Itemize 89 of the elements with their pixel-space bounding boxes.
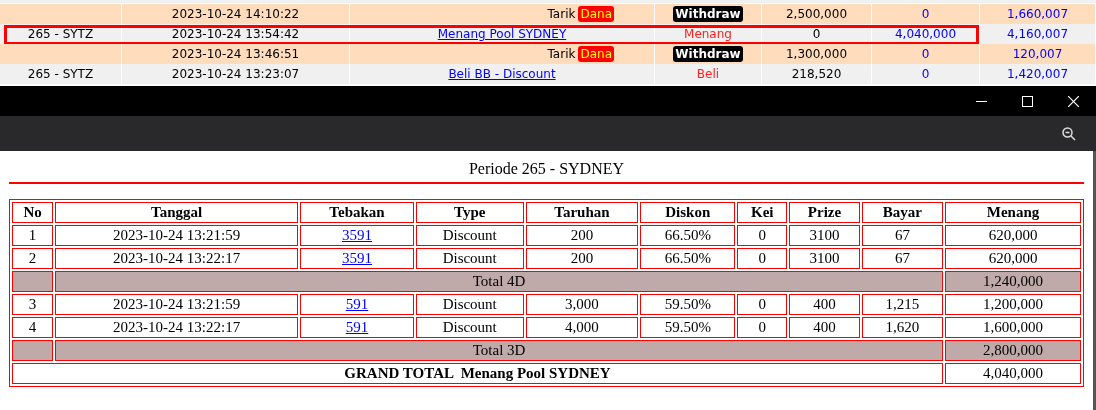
table-cell: 620,000 xyxy=(945,248,1081,269)
table-cell: 4,000 xyxy=(525,317,639,338)
table-cell: 59.50% xyxy=(640,317,736,338)
status-text: Beli xyxy=(696,66,720,83)
balance: 1,660,007 xyxy=(1006,6,1069,23)
amount: 4,040,000 xyxy=(894,26,957,43)
period-code: 265 - SYTZ xyxy=(27,66,94,83)
balance: 1,420,007 xyxy=(1006,66,1069,83)
column-header: Menang xyxy=(945,202,1081,223)
table-cell: 200 xyxy=(525,225,639,246)
subtotal-label: Total 3D xyxy=(55,340,944,361)
date-time: 2023-10-24 13:54:42 xyxy=(171,26,300,43)
table-cell: 2023-10-24 13:21:59 xyxy=(55,294,299,315)
table-cell: 2023-10-24 13:22:17 xyxy=(55,317,299,338)
amount: 0 xyxy=(921,46,930,63)
balance: 4,160,007 xyxy=(1006,26,1069,43)
table-cell: 3100 xyxy=(789,248,860,269)
date-time: 2023-10-24 13:23:07 xyxy=(171,66,300,83)
table-cell: 400 xyxy=(789,294,860,315)
column-header: No xyxy=(12,202,54,223)
table-cell: 3100 xyxy=(789,225,860,246)
description-link[interactable]: Menang Pool SYDNEY xyxy=(437,25,567,43)
table-cell: 67 xyxy=(861,225,944,246)
column-header: Bayar xyxy=(861,202,944,223)
minimize-icon xyxy=(975,100,987,102)
column-header: Kei xyxy=(737,202,788,223)
table-cell: 0 xyxy=(737,317,788,338)
subtotal-value: 2,800,000 xyxy=(945,340,1081,361)
column-header: Tebakan xyxy=(300,202,414,223)
amount: 0 xyxy=(921,6,930,23)
table-cell: 4 xyxy=(12,317,54,338)
table-cell: 2023-10-24 13:22:17 xyxy=(55,248,299,269)
column-header: Diskon xyxy=(640,202,736,223)
date-time: 2023-10-24 14:10:22 xyxy=(171,6,300,23)
table-cell: Discount xyxy=(415,294,524,315)
amount: 0 xyxy=(812,26,821,43)
tag-label: Dana xyxy=(578,6,614,22)
status-label: Withdraw xyxy=(673,46,743,62)
column-header: Taruhan xyxy=(525,202,639,223)
amount: 0 xyxy=(921,66,930,83)
close-icon xyxy=(1067,95,1079,107)
column-header: Prize xyxy=(789,202,860,223)
grand-total-label: GRAND TOTAL Menang Pool SYDNEY xyxy=(12,363,944,384)
table-cell: 66.50% xyxy=(640,248,736,269)
maximize-icon xyxy=(1021,95,1033,107)
table-cell: 66.50% xyxy=(640,225,736,246)
table-cell: 1 xyxy=(12,225,54,246)
subtotal-cell xyxy=(12,271,54,292)
column-header: Type xyxy=(415,202,524,223)
table-cell: 3,000 xyxy=(525,294,639,315)
tag-label: Dana xyxy=(578,46,614,62)
table-cell: 2023-10-24 13:21:59 xyxy=(55,225,299,246)
table-cell: 400 xyxy=(789,317,860,338)
amount: 218,520 xyxy=(791,66,842,83)
table-cell: 1,600,000 xyxy=(945,317,1081,338)
status-label: Withdraw xyxy=(673,6,743,22)
status-text: Menang xyxy=(684,26,732,43)
table-cell: 3 xyxy=(12,294,54,315)
subtotal-cell xyxy=(12,340,54,361)
period-code: 265 - SYTZ xyxy=(27,26,94,43)
table-cell: 59.50% xyxy=(640,294,736,315)
table-cell: 67 xyxy=(861,248,944,269)
guess-link[interactable]: 591 xyxy=(345,296,369,312)
date-time: 2023-10-24 13:46:51 xyxy=(171,46,300,63)
table-cell: 1,215 xyxy=(861,294,944,315)
guess-link[interactable]: 591 xyxy=(345,319,369,335)
description: Tarik xyxy=(547,6,576,23)
description: Tarik xyxy=(547,46,576,63)
amount: 2,500,000 xyxy=(785,6,848,23)
description-link[interactable]: Beli BB - Discount xyxy=(448,65,556,83)
column-header: Tanggal xyxy=(55,202,299,223)
amount: 1,300,000 xyxy=(785,46,848,63)
table-cell: Discount xyxy=(415,248,524,269)
grand-total-value: 4,040,000 xyxy=(945,363,1081,384)
popup-title: Periode 265 - SYDNEY xyxy=(9,151,1084,184)
table-cell: 0 xyxy=(737,248,788,269)
table-cell: Discount xyxy=(415,317,524,338)
table-cell: 200 xyxy=(525,248,639,269)
table-cell: 0 xyxy=(737,225,788,246)
subtotal-value: 1,240,000 xyxy=(945,271,1081,292)
table-cell: 2 xyxy=(12,248,54,269)
zoom-out-icon[interactable] xyxy=(1062,126,1076,141)
balance: 120,007 xyxy=(1012,46,1063,63)
table-cell: 620,000 xyxy=(945,225,1081,246)
table-cell: 0 xyxy=(737,294,788,315)
table-cell: Discount xyxy=(415,225,524,246)
table-cell: 1,620 xyxy=(861,317,944,338)
table-cell: 1,200,000 xyxy=(945,294,1081,315)
subtotal-label: Total 4D xyxy=(55,271,944,292)
